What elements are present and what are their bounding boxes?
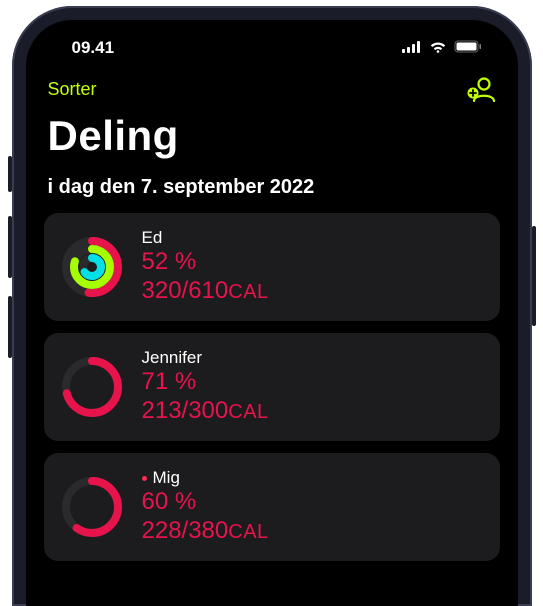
person-name: Jennifer xyxy=(142,348,202,368)
calories-unit: CAL xyxy=(228,281,268,303)
calories-numbers: 228/380 xyxy=(142,517,229,544)
page-subtitle: i dag den 7. september 2022 xyxy=(26,176,518,213)
activity-rings-icon xyxy=(62,237,122,297)
page-title: Deling xyxy=(26,106,518,176)
person-name: Ed xyxy=(142,228,163,248)
side-button xyxy=(8,216,12,278)
calories-value: 320/610CAL xyxy=(142,277,269,306)
status-bar: 09.41 xyxy=(26,20,518,66)
side-button xyxy=(8,296,12,358)
people-list: Ed52 %320/610CAL Jennifer71 %213/300CAL … xyxy=(26,213,518,561)
move-percent: 52 % xyxy=(142,248,269,277)
screen: 09.41 xyxy=(26,20,518,606)
activity-rings-icon xyxy=(62,357,122,417)
move-percent: 71 % xyxy=(142,368,269,397)
calories-unit: CAL xyxy=(228,401,268,423)
person-name: Mig xyxy=(153,468,180,488)
nav-bar: Sorter xyxy=(26,66,518,106)
me-indicator-dot xyxy=(142,476,147,481)
phone-frame: 09.41 xyxy=(12,6,532,606)
move-percent: 60 % xyxy=(142,488,269,517)
card-text: Mig60 %228/380CAL xyxy=(142,468,269,546)
card-text: Jennifer71 %213/300CAL xyxy=(142,348,269,426)
person-card[interactable]: Mig60 %228/380CAL xyxy=(44,453,500,561)
calories-numbers: 320/610 xyxy=(142,277,229,304)
add-person-icon[interactable] xyxy=(466,76,496,102)
status-time: 09.41 xyxy=(72,38,115,58)
card-text: Ed52 %320/610CAL xyxy=(142,228,269,306)
calories-numbers: 213/300 xyxy=(142,397,229,424)
calories-value: 213/300CAL xyxy=(142,397,269,426)
calories-value: 228/380CAL xyxy=(142,517,269,546)
wifi-icon xyxy=(429,38,447,58)
battery-icon xyxy=(454,38,482,58)
person-card[interactable]: Ed52 %320/610CAL xyxy=(44,213,500,321)
side-button xyxy=(8,156,12,192)
cellular-icon xyxy=(402,38,422,58)
status-right xyxy=(402,38,482,58)
sort-button[interactable]: Sorter xyxy=(48,79,97,100)
side-button xyxy=(532,226,536,326)
activity-rings-icon xyxy=(62,477,122,537)
person-card[interactable]: Jennifer71 %213/300CAL xyxy=(44,333,500,441)
calories-unit: CAL xyxy=(228,521,268,543)
